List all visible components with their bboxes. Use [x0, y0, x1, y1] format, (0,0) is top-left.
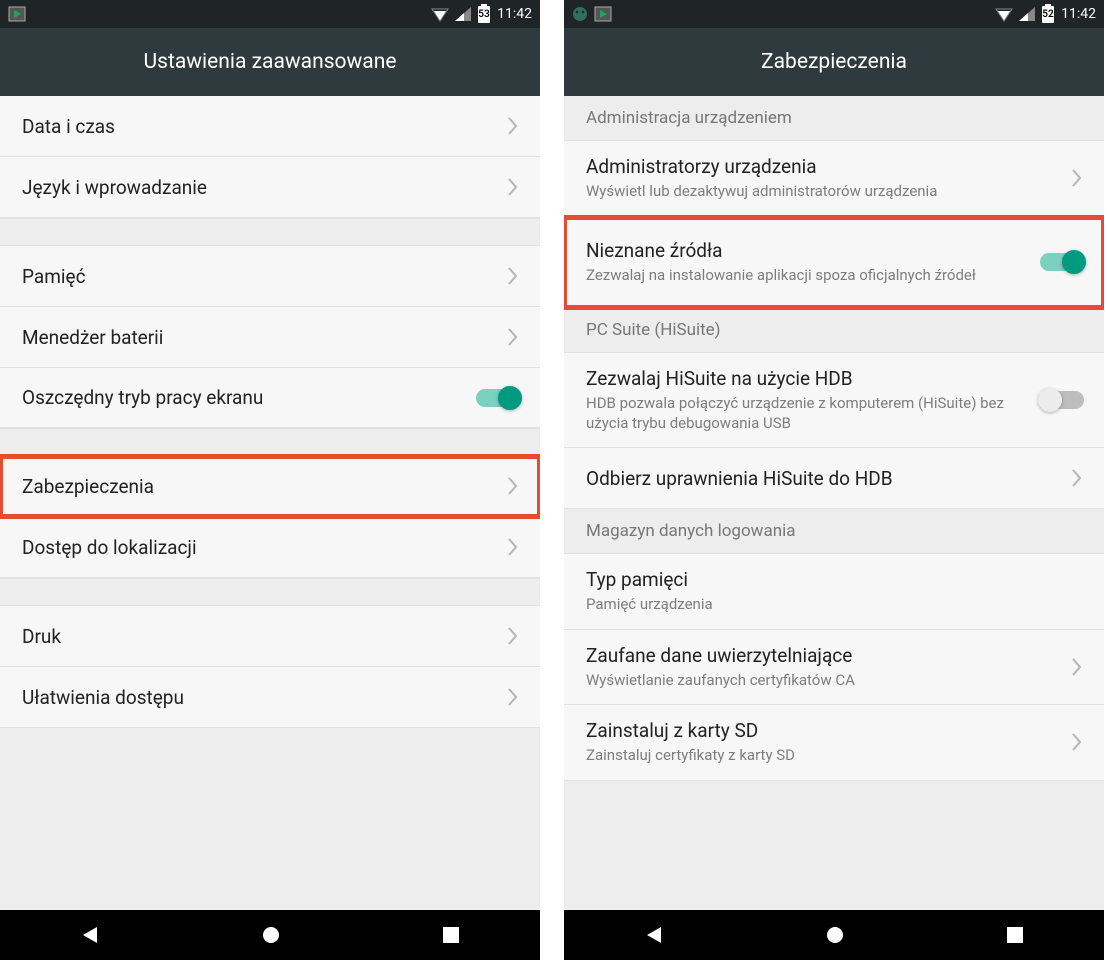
svg-text:52: 52: [1042, 9, 1054, 20]
security-list: Administracja urządzeniem Administratorz…: [564, 96, 1104, 910]
row-subtitle: Wyświetl lub dezaktywuj administratorów …: [586, 182, 1060, 202]
chevron-right-icon: [506, 535, 520, 559]
row-language-input[interactable]: Język i wprowadzanie: [0, 157, 540, 218]
status-bar: 53 11:42: [0, 0, 540, 28]
chevron-right-icon: [1070, 166, 1084, 190]
battery-icon: 53: [477, 4, 491, 24]
row-title: Pamięć: [22, 265, 496, 288]
android-icon: [572, 6, 588, 22]
home-icon[interactable]: [824, 924, 846, 946]
recent-icon[interactable]: [441, 925, 461, 945]
row-hdb-allow[interactable]: Zezwalaj HiSuite na użycie HDB HDB pozwa…: [564, 353, 1104, 448]
row-battery-manager[interactable]: Menedżer baterii: [0, 307, 540, 368]
row-install-sd[interactable]: Zainstaluj z karty SD Zainstaluj certyfi…: [564, 705, 1104, 781]
phone-right: 52 11:42 Zabezpieczenia Administracja ur…: [564, 0, 1104, 960]
row-title: Odbierz uprawnienia HiSuite do HDB: [586, 467, 1060, 490]
toggle-switch[interactable]: [476, 389, 520, 407]
wifi-icon: [431, 6, 449, 22]
back-icon[interactable]: [643, 924, 665, 946]
row-trusted-creds[interactable]: Zaufane dane uwierzytelniające Wyświetla…: [564, 630, 1104, 706]
row-title: Administratorzy urządzenia: [586, 155, 1060, 178]
row-title: Menedżer baterii: [22, 326, 496, 349]
row-title: Oszczędny tryb pracy ekranu: [22, 386, 466, 409]
row-title: Dostęp do lokalizacji: [22, 536, 496, 559]
chevron-right-icon: [506, 685, 520, 709]
back-icon[interactable]: [79, 924, 101, 946]
phone-left: 53 11:42 Ustawienia zaawansowane Data i …: [0, 0, 540, 960]
row-storage-type[interactable]: Typ pamięci Pamięć urządzenia: [564, 554, 1104, 630]
row-subtitle: HDB pozwala połączyć urządzenie z komput…: [586, 394, 1030, 433]
row-print[interactable]: Druk: [0, 606, 540, 667]
home-icon[interactable]: [260, 924, 282, 946]
nav-bar: [0, 910, 540, 960]
row-hdb-revoke[interactable]: Odbierz uprawnienia HiSuite do HDB: [564, 448, 1104, 509]
section-header-cred-storage: Magazyn danych logowania: [564, 509, 1104, 554]
section-header-pc-suite: PC Suite (HiSuite): [564, 308, 1104, 353]
chevron-right-icon: [506, 474, 520, 498]
chevron-right-icon: [506, 175, 520, 199]
chevron-right-icon: [506, 325, 520, 349]
row-title: Nieznane źródła: [586, 239, 1030, 262]
row-date-time[interactable]: Data i czas: [0, 96, 540, 157]
row-subtitle: Zezwalaj na instalowanie aplikacji spoza…: [586, 266, 1030, 286]
row-title: Język i wprowadzanie: [22, 176, 496, 199]
row-title: Ułatwienia dostępu: [22, 686, 496, 709]
row-device-admins[interactable]: Administratorzy urządzenia Wyświetl lub …: [564, 141, 1104, 217]
row-title: Data i czas: [22, 115, 496, 138]
status-time: 11:42: [497, 6, 532, 22]
section-divider: [0, 428, 540, 456]
chevron-right-icon: [506, 264, 520, 288]
wifi-icon: [995, 6, 1013, 22]
section-divider: [0, 218, 540, 246]
chevron-right-icon: [1070, 730, 1084, 754]
play-store-icon: [594, 5, 612, 23]
chevron-right-icon: [506, 624, 520, 648]
nav-bar: [564, 910, 1104, 960]
chevron-right-icon: [506, 114, 520, 138]
row-accessibility[interactable]: Ułatwienia dostępu: [0, 667, 540, 728]
row-security[interactable]: Zabezpieczenia: [0, 456, 540, 517]
row-subtitle: Wyświetlanie zaufanych certyfikatów CA: [586, 671, 1060, 691]
svg-text:53: 53: [478, 9, 490, 20]
row-title: Zabezpieczenia: [22, 475, 496, 498]
chevron-right-icon: [1070, 655, 1084, 679]
status-bar: 52 11:42: [564, 0, 1104, 28]
settings-list: Data i czas Język i wprowadzanie Pamięć …: [0, 96, 540, 910]
toggle-switch[interactable]: [1040, 253, 1084, 271]
row-title: Zainstaluj z karty SD: [586, 719, 1060, 742]
row-title: Typ pamięci: [586, 568, 1084, 591]
row-unknown-sources[interactable]: Nieznane źródła Zezwalaj na instalowanie…: [564, 217, 1104, 309]
page-title: Ustawienia zaawansowane: [0, 28, 540, 96]
signal-icon: [1019, 7, 1035, 21]
section-divider: [0, 578, 540, 606]
row-location[interactable]: Dostęp do lokalizacji: [0, 517, 540, 578]
play-store-icon: [8, 5, 26, 23]
section-header-device-admin: Administracja urządzeniem: [564, 96, 1104, 141]
recent-icon[interactable]: [1005, 925, 1025, 945]
chevron-right-icon: [1070, 466, 1084, 490]
row-storage[interactable]: Pamięć: [0, 246, 540, 307]
signal-icon: [455, 7, 471, 21]
row-title: Druk: [22, 625, 496, 648]
row-title: Zaufane dane uwierzytelniające: [586, 644, 1060, 667]
row-subtitle: Pamięć urządzenia: [586, 595, 1084, 615]
page-title: Zabezpieczenia: [564, 28, 1104, 96]
row-title: Zezwalaj HiSuite na użycie HDB: [586, 367, 1030, 390]
row-subtitle: Zainstaluj certyfikaty z karty SD: [586, 746, 1060, 766]
battery-icon: 52: [1041, 4, 1055, 24]
status-time: 11:42: [1061, 6, 1096, 22]
toggle-switch[interactable]: [1040, 391, 1084, 409]
row-screen-saver[interactable]: Oszczędny tryb pracy ekranu: [0, 368, 540, 428]
